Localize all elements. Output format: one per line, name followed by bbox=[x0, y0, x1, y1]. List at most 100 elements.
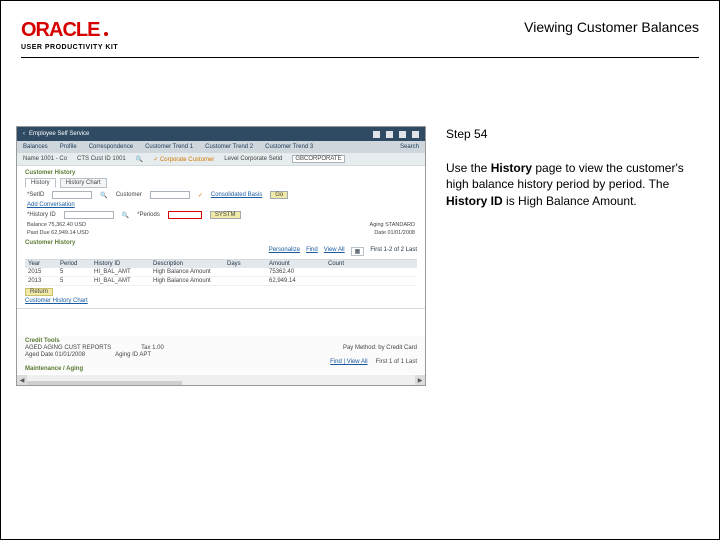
name-label: Name bbox=[23, 156, 39, 162]
aging-value: STANDARD bbox=[385, 222, 415, 228]
col-year: Year bbox=[28, 261, 56, 267]
footer-pager: First 1 of 1 Last bbox=[376, 359, 417, 365]
paymethod-value: Pay Method: by Credit Card bbox=[343, 345, 417, 351]
header: ORACLE USER PRODUCTIVITY KIT Viewing Cus… bbox=[21, 19, 699, 58]
tab-trend1[interactable]: Customer Trend 1 bbox=[145, 144, 193, 150]
ss-app-title: Employee Self Service bbox=[29, 131, 89, 137]
brand-subtitle: USER PRODUCTIVITY KIT bbox=[21, 44, 699, 51]
cell: 75362.40 bbox=[269, 269, 324, 275]
customer-label: Customer bbox=[116, 192, 142, 198]
ss-pager: Personalize Find View All ▦ First 1-2 of… bbox=[25, 247, 417, 256]
agingid-label: Aging ID bbox=[115, 352, 138, 358]
tax-value: 1.00 bbox=[152, 345, 164, 351]
setid-label: *SetID bbox=[27, 192, 44, 198]
pastdue-label: Past Due bbox=[27, 230, 50, 236]
go-button[interactable]: Go bbox=[270, 191, 288, 199]
setid-input[interactable] bbox=[52, 191, 92, 199]
ageddate-label: Aged Date bbox=[25, 352, 53, 358]
status-value: Corporate Customer bbox=[160, 157, 214, 163]
custid-value: 1001 bbox=[112, 156, 125, 162]
menu-icon[interactable] bbox=[399, 131, 406, 138]
cell bbox=[227, 269, 265, 275]
home-icon[interactable] bbox=[373, 131, 380, 138]
return-button[interactable]: Return bbox=[25, 288, 53, 296]
level-value: Corporate Setid bbox=[240, 156, 282, 162]
tab-profile[interactable]: Profile bbox=[60, 144, 77, 150]
col-days: Days bbox=[227, 261, 265, 267]
ss-info-row: Name 1001 - Co CTS Cust ID 1001 🔍 ✓ Corp… bbox=[17, 153, 425, 166]
historyid-input[interactable] bbox=[64, 211, 114, 219]
scroll-left-icon[interactable]: ◀ bbox=[17, 375, 27, 385]
chart-link-row: Customer History Chart bbox=[25, 298, 417, 304]
scroll-right-icon[interactable]: ▶ bbox=[415, 375, 425, 385]
find-link[interactable]: Find bbox=[306, 247, 318, 256]
systm-button[interactable]: SYSTM bbox=[210, 211, 241, 219]
instruction-text: Use the History page to view the custome… bbox=[446, 160, 704, 209]
search-label[interactable]: Search bbox=[400, 144, 419, 150]
add-conversation-link[interactable]: Add Conversation bbox=[27, 202, 75, 208]
brand-word: ORACLE bbox=[21, 19, 99, 42]
lookup-icon[interactable]: 🔍 bbox=[122, 212, 129, 219]
history-chart-link[interactable]: Customer History Chart bbox=[25, 298, 88, 304]
date-value: 01/01/2008 bbox=[387, 230, 415, 236]
consolidated-link[interactable]: Consolidated Basis bbox=[211, 192, 262, 198]
table-row[interactable]: 2013 5 HI_BAL_AMT High Balance Amount 62… bbox=[25, 277, 417, 286]
page: ORACLE USER PRODUCTIVITY KIT Viewing Cus… bbox=[0, 0, 720, 540]
cell: 2013 bbox=[28, 278, 56, 284]
lookup-icon[interactable]: 🔍 bbox=[100, 192, 107, 199]
col-historyid: History ID bbox=[94, 261, 149, 267]
subtab-history-chart[interactable]: History Chart bbox=[60, 178, 107, 188]
unit-value[interactable]: GBCORPORATE bbox=[295, 156, 341, 162]
ss-form-row2: *History ID 🔍 *Periods SYSTM bbox=[27, 211, 415, 219]
tab-balances[interactable]: Balances bbox=[23, 144, 48, 150]
aging-label: Aging bbox=[370, 222, 384, 228]
section-customer-history-2: Customer History bbox=[25, 240, 417, 246]
gear-icon[interactable] bbox=[412, 131, 419, 138]
instr-seg: is High Balance Amount. bbox=[503, 194, 637, 208]
cell bbox=[227, 278, 265, 284]
ss-pastdue-grid: Past Due 62,949.14 USD Date 01/01/2008 bbox=[27, 230, 415, 236]
brand-dot-icon bbox=[104, 32, 108, 36]
col-count: Count bbox=[328, 261, 358, 267]
maintenance-label: Maintenance / Aging bbox=[25, 366, 417, 372]
findview-link[interactable]: Find | View All bbox=[330, 359, 367, 365]
flag-icon[interactable] bbox=[386, 131, 393, 138]
app-screenshot: ‹ Employee Self Service Balances Profile… bbox=[16, 126, 426, 386]
instruction-column: Step 54 Use the History page to view the… bbox=[446, 126, 704, 386]
ageddate-value: 01/01/2008 bbox=[55, 352, 85, 358]
cell: High Balance Amount bbox=[153, 278, 223, 284]
horizontal-scrollbar[interactable]: ◀ ▶ bbox=[17, 375, 425, 385]
scroll-thumb[interactable] bbox=[27, 381, 182, 386]
subtab-history[interactable]: History bbox=[25, 178, 56, 188]
customer-input[interactable] bbox=[150, 191, 190, 199]
personalize-link[interactable]: Personalize bbox=[269, 247, 300, 256]
tab-trend2[interactable]: Customer Trend 2 bbox=[205, 144, 253, 150]
section-customer-history: Customer History bbox=[25, 170, 417, 176]
cell: 5 bbox=[60, 269, 90, 275]
balance-value: 75,362.40 bbox=[48, 222, 72, 228]
viewall-link[interactable]: View All bbox=[324, 247, 345, 256]
agingid-value: APT bbox=[139, 352, 151, 358]
return-row: Return bbox=[25, 289, 417, 295]
table-row[interactable]: 2015 5 HI_BAL_AMT High Balance Amount 75… bbox=[25, 268, 417, 277]
instr-bold-historyid: History ID bbox=[446, 194, 503, 208]
grid-icon[interactable]: ▦ bbox=[351, 247, 365, 256]
pager-range: First 1-2 of 2 Last bbox=[370, 247, 417, 256]
ss-balance-grid: Balance 75,362.40 USD Aging STANDARD bbox=[27, 222, 415, 228]
cell: HI_BAL_AMT bbox=[94, 278, 149, 284]
periods-input[interactable] bbox=[168, 211, 202, 219]
cell bbox=[328, 269, 358, 275]
ss-add-conv: Add Conversation bbox=[27, 202, 415, 208]
tab-trend3[interactable]: Customer Trend 3 bbox=[265, 144, 313, 150]
name-value: 1001 - Co bbox=[41, 156, 67, 162]
lookup-icon[interactable]: 🔍 bbox=[136, 156, 143, 163]
instr-bold-history: History bbox=[491, 161, 532, 175]
periods-label: *Periods bbox=[137, 212, 160, 218]
table-header-row: Year Period History ID Description Days … bbox=[25, 260, 417, 268]
ss-footer: Credit Tools AGED AGING CUST REPORTS Tax… bbox=[17, 336, 425, 374]
ss-form-row1: *SetID 🔍 Customer ✓ Consolidated Basis G… bbox=[27, 191, 415, 199]
level-label: Level bbox=[224, 156, 238, 162]
tab-correspondence[interactable]: Correspondence bbox=[89, 144, 133, 150]
ss-chevron-icon: ‹ bbox=[23, 131, 25, 137]
col-description: Description bbox=[153, 261, 223, 267]
